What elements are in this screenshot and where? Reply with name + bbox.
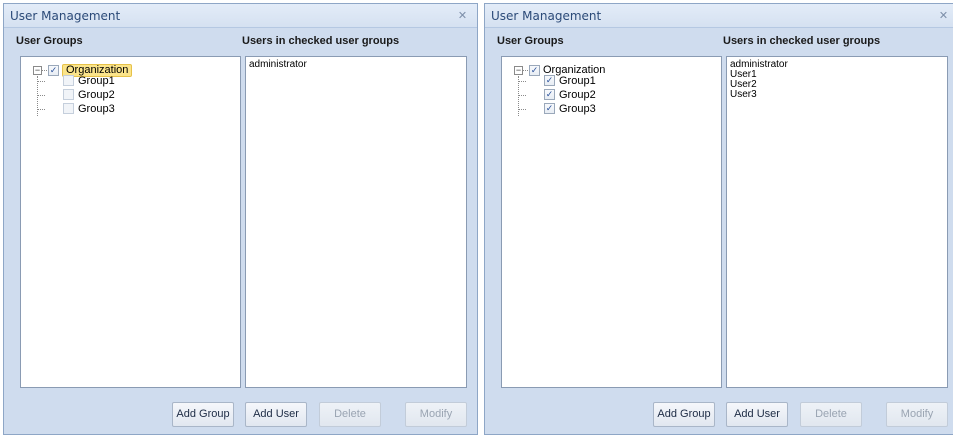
add-user-button[interactable]: Add User bbox=[726, 402, 788, 427]
close-icon[interactable]: ✕ bbox=[937, 9, 950, 22]
checkbox-icon[interactable]: ✓ bbox=[544, 75, 555, 86]
tree-node-label[interactable]: Group3 bbox=[559, 103, 596, 116]
checkbox-icon[interactable] bbox=[63, 103, 74, 114]
tree-node-label[interactable]: Group1 bbox=[559, 75, 596, 88]
collapse-icon[interactable]: − bbox=[33, 66, 42, 75]
tree-node-group1[interactable]: Group1 bbox=[21, 75, 221, 89]
add-group-button[interactable]: Add Group bbox=[653, 402, 715, 427]
tree-node-label[interactable]: Group2 bbox=[78, 89, 115, 102]
tree-node-label[interactable]: Group2 bbox=[559, 89, 596, 102]
add-group-button[interactable]: Add Group bbox=[172, 402, 234, 427]
window-title: User Management bbox=[491, 9, 602, 23]
tree-connector bbox=[523, 70, 528, 71]
users-list-panel[interactable]: administrator bbox=[245, 56, 467, 388]
users-list: administrator bbox=[249, 60, 307, 70]
checkbox-icon[interactable] bbox=[63, 75, 74, 86]
user-groups-label: User Groups bbox=[16, 35, 83, 47]
tree-node-group2[interactable]: Group2 bbox=[21, 89, 221, 103]
checkbox-icon[interactable] bbox=[63, 89, 74, 100]
users-list: administrator User1 User2 User3 bbox=[730, 60, 788, 100]
tree-node-group2[interactable]: ✓ Group2 bbox=[502, 89, 702, 103]
modify-button[interactable]: Modify bbox=[405, 402, 467, 427]
tree-node-label[interactable]: Group3 bbox=[78, 103, 115, 116]
tree-node-group3[interactable]: Group3 bbox=[21, 103, 221, 117]
tree-node-group1[interactable]: ✓ Group1 bbox=[502, 75, 702, 89]
titlebar[interactable]: User Management ✕ bbox=[485, 4, 953, 28]
tree-node-group3[interactable]: ✓ Group3 bbox=[502, 103, 702, 117]
users-list-panel[interactable]: administrator User1 User2 User3 bbox=[726, 56, 948, 388]
checkbox-icon[interactable]: ✓ bbox=[544, 103, 555, 114]
users-label: Users in checked user groups bbox=[723, 35, 881, 47]
list-item[interactable]: User3 bbox=[730, 90, 788, 100]
user-management-window-left: User Management ✕ User Groups Users in c… bbox=[3, 3, 478, 435]
user-groups-tree[interactable]: − ✓ Organization Group1 Group2 Group3 bbox=[20, 56, 241, 388]
users-label: Users in checked user groups bbox=[242, 35, 400, 47]
close-icon[interactable]: ✕ bbox=[456, 9, 469, 22]
user-groups-tree[interactable]: − ✓ Organization ✓ Group1 ✓ Group2 ✓ Gro… bbox=[501, 56, 722, 388]
tree-node-label[interactable]: Group1 bbox=[78, 75, 115, 88]
list-item[interactable]: administrator bbox=[249, 60, 307, 70]
checkbox-icon[interactable]: ✓ bbox=[544, 89, 555, 100]
user-management-window-right: User Management ✕ User Groups Users in c… bbox=[484, 3, 953, 435]
user-groups-label: User Groups bbox=[497, 35, 564, 47]
delete-button[interactable]: Delete bbox=[800, 402, 862, 427]
delete-button[interactable]: Delete bbox=[319, 402, 381, 427]
collapse-icon[interactable]: − bbox=[514, 66, 523, 75]
add-user-button[interactable]: Add User bbox=[245, 402, 307, 427]
window-title: User Management bbox=[10, 9, 121, 23]
tree-connector bbox=[42, 70, 47, 71]
titlebar[interactable]: User Management ✕ bbox=[4, 4, 477, 28]
modify-button[interactable]: Modify bbox=[886, 402, 948, 427]
